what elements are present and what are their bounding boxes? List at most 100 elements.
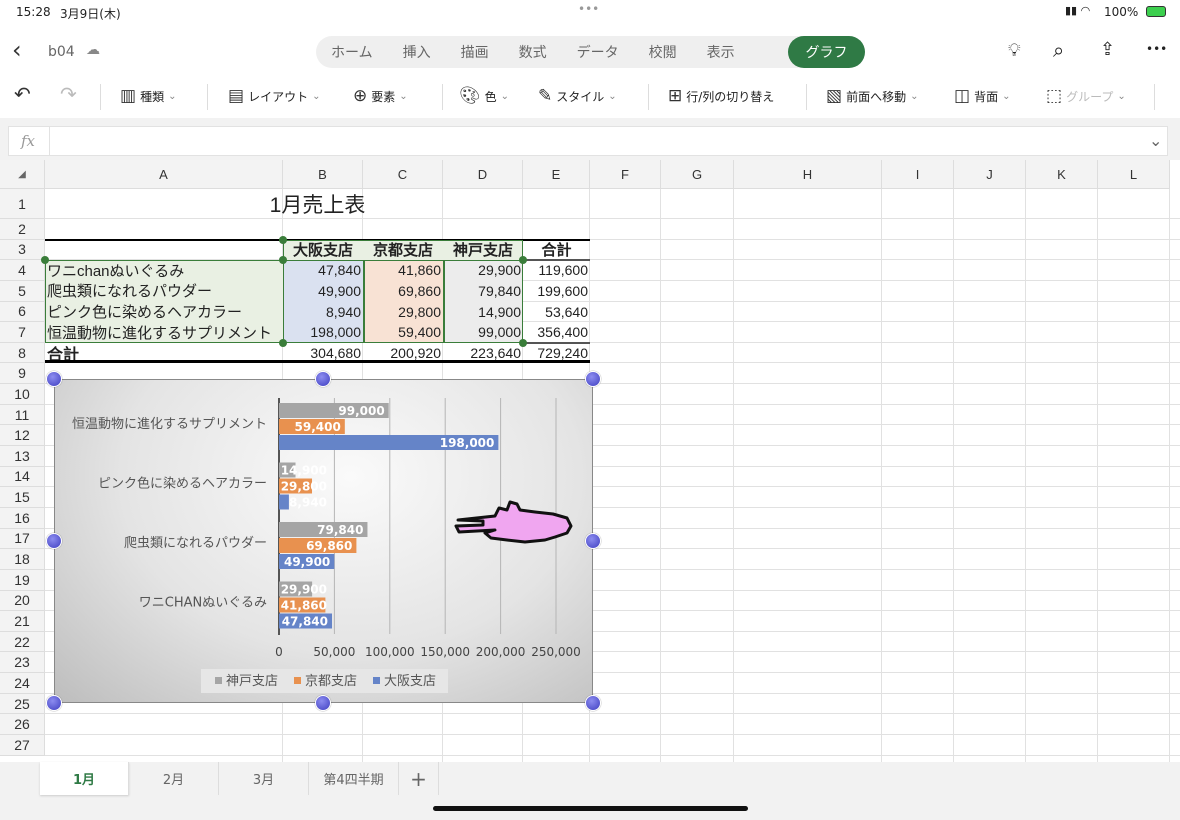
row-header-16[interactable]: 16	[0, 507, 45, 529]
column-header-A[interactable]: A	[45, 160, 283, 189]
row-header-11[interactable]: 11	[0, 404, 45, 426]
lightbulb-icon[interactable]: 💡︎	[1008, 40, 1021, 61]
chart-resize-handle[interactable]	[46, 371, 62, 387]
row-header-22[interactable]: 22	[0, 631, 45, 653]
more-icon[interactable]: •••	[1146, 42, 1167, 56]
row-header-14[interactable]: 14	[0, 466, 45, 488]
ribbon-send-backward-button[interactable]: ◫ 背面 ⌄	[954, 86, 1010, 106]
row-header-19[interactable]: 19	[0, 569, 45, 591]
sheet-tab-2[interactable]: 2月	[129, 762, 219, 795]
column-header-L[interactable]: L	[1098, 160, 1170, 189]
selection-handle[interactable]	[519, 338, 527, 347]
ribbon-label: 色	[484, 89, 497, 104]
chart[interactable]: 0 50,000 100,000 150,000 200,000 250,000 恒温動物に…	[54, 379, 593, 703]
row-header-17[interactable]: 17	[0, 528, 45, 550]
redo-icon[interactable]: ↷	[60, 82, 77, 106]
ribbon-chart-type-button[interactable]: ▥ 種類 ⌄	[120, 86, 176, 106]
ribbon-group-button[interactable]: ⬚ グループ ⌄	[1046, 86, 1126, 106]
row-header-15[interactable]: 15	[0, 487, 45, 508]
battery-level: 100%	[1104, 5, 1139, 19]
chart-type-icon: ▥	[120, 86, 137, 106]
chart-resize-handle[interactable]	[585, 371, 601, 387]
add-sheet-button[interactable]: +	[399, 762, 439, 795]
column-header-E[interactable]: E	[523, 160, 590, 189]
ribbon-switch-row-col-button[interactable]: ⊞ 行/列の切り替え	[668, 86, 774, 106]
selection-handle[interactable]	[279, 235, 287, 244]
spreadsheet-grid[interactable]: ◢ A B C D E F G H I J K L 1 2 3 4 5 6 7 8 9 10 11 12 13 14 15 16 17 18…	[0, 160, 1180, 762]
column-header-D[interactable]: D	[443, 160, 523, 189]
column-header-B[interactable]: B	[283, 160, 363, 189]
tab-view[interactable]: 表示	[692, 42, 750, 62]
sheet-tab-4[interactable]: 第4四半期	[309, 762, 399, 795]
row-header-4[interactable]: 4	[0, 260, 45, 281]
elements-icon: ⊕	[353, 86, 368, 106]
column-header-G[interactable]: G	[661, 160, 734, 189]
row-header-1[interactable]: 1	[0, 189, 45, 219]
row-header-24[interactable]: 24	[0, 673, 45, 694]
row-header-7[interactable]: 7	[0, 322, 45, 343]
row-header-5[interactable]: 5	[0, 280, 45, 302]
select-all-button[interactable]: ◢	[0, 160, 45, 189]
column-header-F[interactable]: F	[590, 160, 661, 189]
sheet-tab-3[interactable]: 3月	[219, 762, 309, 795]
row-header-25[interactable]: 25	[0, 693, 45, 715]
row-header-20[interactable]: 20	[0, 590, 45, 612]
row-header-21[interactable]: 21	[0, 611, 45, 632]
row-header-2[interactable]: 2	[0, 219, 45, 240]
row-header-10[interactable]: 10	[0, 384, 45, 405]
expand-formula-icon[interactable]: ⌄	[1149, 131, 1162, 150]
row-header-9[interactable]: 9	[0, 363, 45, 385]
undo-icon[interactable]: ↶	[14, 82, 31, 106]
tab-insert[interactable]: 挿入	[388, 42, 446, 62]
gridline	[45, 713, 1180, 715]
formula-bar[interactable]: fx ⌄	[8, 126, 1168, 156]
tab-data[interactable]: データ	[562, 42, 634, 62]
header-cell[interactable]: 合計	[523, 240, 590, 260]
chart-resize-handle[interactable]	[46, 533, 62, 549]
file-name[interactable]: b04	[48, 44, 75, 60]
row-header-3[interactable]: 3	[0, 239, 45, 261]
column-header-J[interactable]: J	[954, 160, 1026, 189]
tab-draw[interactable]: 描画	[446, 42, 504, 62]
row-header-12[interactable]: 12	[0, 425, 45, 447]
chart-resize-handle[interactable]	[585, 695, 601, 711]
tab-formulas[interactable]: 数式	[504, 42, 562, 62]
row-header-13[interactable]: 13	[0, 446, 45, 467]
sheet-tab-1[interactable]: 1月	[40, 762, 129, 795]
chart-resize-handle[interactable]	[46, 695, 62, 711]
column-header-C[interactable]: C	[363, 160, 443, 189]
sheet-title[interactable]: 1月売上表	[45, 189, 590, 219]
ribbon-layout-button[interactable]: ▤ レイアウト ⌄	[228, 86, 320, 106]
row-header-6[interactable]: 6	[0, 301, 45, 323]
tab-chart[interactable]: グラフ	[788, 36, 865, 68]
data-label: 29,800	[281, 480, 327, 494]
ribbon-label: 背面	[974, 89, 999, 104]
row-header-23[interactable]: 23	[0, 652, 45, 674]
multitask-dots[interactable]: •••	[578, 2, 599, 16]
crocodile-picture	[454, 500, 573, 544]
tab-home[interactable]: ホーム	[316, 42, 388, 62]
chart-resize-handle[interactable]	[315, 371, 331, 387]
search-icon[interactable]: ⌕	[1053, 38, 1064, 62]
selection-handle[interactable]	[279, 338, 287, 347]
column-header-H[interactable]: H	[734, 160, 882, 189]
value-cell[interactable]: 119,600	[523, 260, 590, 280]
tab-review[interactable]: 校閲	[634, 42, 692, 62]
value-cell[interactable]: 53,640	[523, 302, 590, 322]
share-icon[interactable]: ⇪	[1100, 39, 1115, 60]
column-header-I[interactable]: I	[882, 160, 954, 189]
column-header-K[interactable]: K	[1026, 160, 1098, 189]
value-cell[interactable]: 199,600	[523, 281, 590, 301]
row-header-26[interactable]: 26	[0, 714, 45, 735]
ribbon-elements-button[interactable]: ⊕ 要素 ⌄	[353, 86, 408, 106]
back-icon[interactable]: ‹	[12, 36, 22, 64]
ribbon-bring-forward-button[interactable]: ▧ 前面へ移動 ⌄	[826, 86, 918, 106]
chart-resize-handle[interactable]	[585, 533, 601, 549]
chart-resize-handle[interactable]	[315, 695, 331, 711]
ribbon-style-button[interactable]: ✎ スタイル ⌄	[538, 86, 617, 106]
row-header-27[interactable]: 27	[0, 735, 45, 756]
row-header-18[interactable]: 18	[0, 549, 45, 570]
ribbon-palette-button[interactable]: 🎨︎ 色 ⌄	[459, 86, 509, 106]
row-header-8[interactable]: 8	[0, 342, 45, 364]
value-cell[interactable]: 356,400	[523, 322, 590, 342]
